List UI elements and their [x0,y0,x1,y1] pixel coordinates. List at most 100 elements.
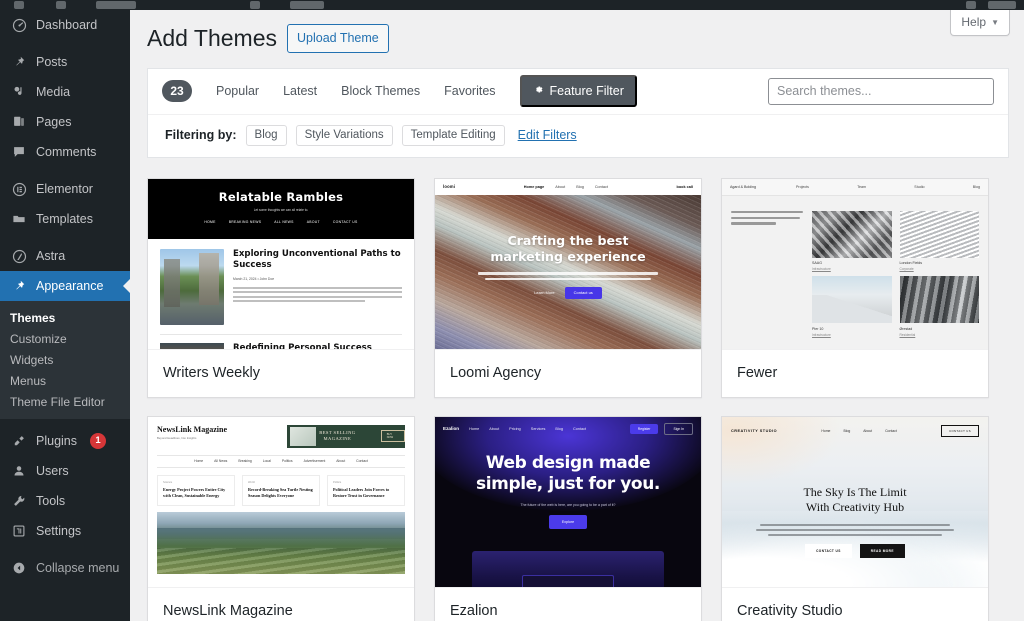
filter-chip-style-variations[interactable]: Style Variations [295,124,393,146]
new-content-icon[interactable] [250,1,260,9]
admin-bar-item[interactable] [966,1,976,9]
sidebar-item-label: Appearance [36,278,104,293]
lo-nav-item: Blog [576,184,584,189]
theme-screenshot[interactable]: Relatable Rambles Let some thoughts we c… [148,178,414,349]
theme-screenshot[interactable]: Ezalion Home About Pricing Services Blog… [435,416,701,587]
site-name-icon[interactable] [56,1,66,9]
nl-nav-item: Breaking [238,459,252,464]
fw-project-title: SAAG [812,261,822,266]
edit-filters-link[interactable]: Edit Filters [518,128,577,142]
submenu-item-menus[interactable]: Menus [0,370,130,391]
sidebar-item-users[interactable]: Users [0,456,130,486]
fw-project-category: Infrastructure [812,332,831,337]
lo-hero-sub [453,272,683,280]
feature-filter-button[interactable]: Feature Filter [519,75,637,108]
theme-grid: Relatable Rambles Let some thoughts we c… [130,158,1024,621]
submenu-item-themes[interactable]: Themes [0,307,130,328]
sidebar-item-plugins[interactable]: Plugins 1 [0,426,130,456]
nl-column: Politics Political Leaders Join Forces t… [327,474,405,507]
admin-bar-item[interactable] [290,1,324,9]
submenu-item-customize[interactable]: Customize [0,328,130,349]
elementor-icon [10,180,28,198]
astra-icon [10,247,28,265]
theme-screenshot[interactable]: CREATIVITY STUDIO Home Blog About Contac… [722,416,988,587]
help-button[interactable]: Help ▼ [950,10,1010,36]
tab-block-themes[interactable]: Block Themes [341,84,420,98]
tab-latest[interactable]: Latest [283,84,317,98]
tab-favorites[interactable]: Favorites [444,84,495,98]
themes-filter-panel: 23 Popular Latest Block Themes Favorites… [147,67,1009,158]
cs-nav-item: About [863,428,873,433]
account-menu[interactable] [988,1,1016,9]
page-title: Add Themes [147,25,277,51]
ez-hero-button: Explore [548,515,588,530]
theme-card[interactable]: NewsLink Magazine Beyond Headlines, Into… [147,415,415,621]
theme-screenshot[interactable]: Agard & Bolding Projects Team Studio Blo… [722,178,988,349]
nl-category: Science [163,480,173,484]
fw-project-image [899,210,979,258]
nl-nav-item: Politics [281,459,293,464]
admin-bar-item[interactable] [96,1,136,9]
sidebar-item-elementor[interactable]: Elementor [0,174,130,204]
search-themes-input[interactable]: Search themes... [768,77,994,105]
theme-card[interactable]: Relatable Rambles Let some thoughts we c… [147,177,415,398]
sidebar-item-dashboard[interactable]: Dashboard [0,10,130,40]
admin-sidebar[interactable]: Dashboard Posts Media Pages Comments Ele… [0,0,131,621]
theme-title: Writers Weekly [148,348,414,397]
lo-logo: loomi [443,184,456,190]
sidebar-item-settings[interactable]: Settings [0,516,130,546]
sidebar-item-comments[interactable]: Comments [0,137,130,167]
submenu-item-widgets[interactable]: Widgets [0,349,130,370]
sidebar-item-astra[interactable]: Astra [0,241,130,271]
ww-post-thumbnail [160,248,224,325]
sidebar-item-label: Comments [36,144,97,159]
dashboard-icon [10,16,28,34]
filter-chip-blog[interactable]: Blog [245,124,287,146]
appearance-submenu[interactable]: Themes Customize Widgets Menus Theme Fil… [0,301,130,419]
ww-post-title: Redefining Personal Success [233,342,372,349]
sidebar-item-pages[interactable]: Pages [0,107,130,137]
filter-chip-template-editing[interactable]: Template Editing [401,124,505,146]
ez-nav: Home About Pricing Services Blog Contact [469,427,630,431]
fw-project-category: Corporate [899,267,914,272]
ww-nav-item: ALL NEWS [274,219,294,224]
ww-nav: HOME BREAKING NEWS ALL NEWS ABOUT CONTAC… [148,220,414,224]
main-content: Help ▼ Add Themes Upload Theme 23 Popula… [130,10,1024,621]
nl-feature-photo [157,512,405,575]
ez-signin-button: Sign In [664,422,693,435]
fw-body: SAAG Infrastructure London Fields Corpor… [722,196,988,337]
collapse-menu-button[interactable]: Collapse menu [0,553,130,583]
upload-theme-button[interactable]: Upload Theme [286,24,389,54]
theme-card[interactable]: Agard & Bolding Projects Team Studio Blo… [721,177,989,398]
lo-nav-item: Contact [594,184,608,189]
sidebar-item-label: Elementor [36,181,93,196]
tab-popular[interactable]: Popular [216,84,259,98]
theme-card[interactable]: loomi Home page About Blog Contact book … [434,177,702,398]
lo-site-header: loomi Home page About Blog Contact book … [435,178,701,195]
nl-tagline: Beyond Headlines, Into Insights [157,435,197,440]
nl-category: Politics [333,480,342,484]
fw-project: SAAG Infrastructure [812,210,892,271]
sidebar-item-media[interactable]: Media [0,77,130,107]
submenu-item-theme-file-editor[interactable]: Theme File Editor [0,391,130,412]
users-icon [10,462,28,480]
feature-filter-label: Feature Filter [549,84,624,99]
fw-project-category: Residential [899,332,916,337]
theme-screenshot[interactable]: loomi Home page About Blog Contact book … [435,178,701,349]
collapse-menu-label: Collapse menu [36,560,120,575]
theme-card[interactable]: Ezalion Home About Pricing Services Blog… [434,415,702,621]
wp-logo-icon[interactable] [14,1,24,9]
fw-project-title: Pier 10 [812,326,824,331]
sidebar-item-posts[interactable]: Posts [0,47,130,77]
admin-bar[interactable] [0,0,1024,10]
sidebar-item-appearance[interactable]: Appearance [0,271,131,301]
settings-icon [10,522,28,540]
ww-post-excerpt [233,286,402,303]
ww-post-meta: March 21, 2024 • John Doe [233,276,275,281]
pin-icon [10,53,28,71]
search-placeholder: Search themes... [777,84,872,99]
sidebar-item-templates[interactable]: Templates [0,204,130,234]
theme-screenshot[interactable]: NewsLink Magazine Beyond Headlines, Into… [148,416,414,587]
theme-card[interactable]: CREATIVITY STUDIO Home Blog About Contac… [721,415,989,621]
sidebar-item-tools[interactable]: Tools [0,486,130,516]
